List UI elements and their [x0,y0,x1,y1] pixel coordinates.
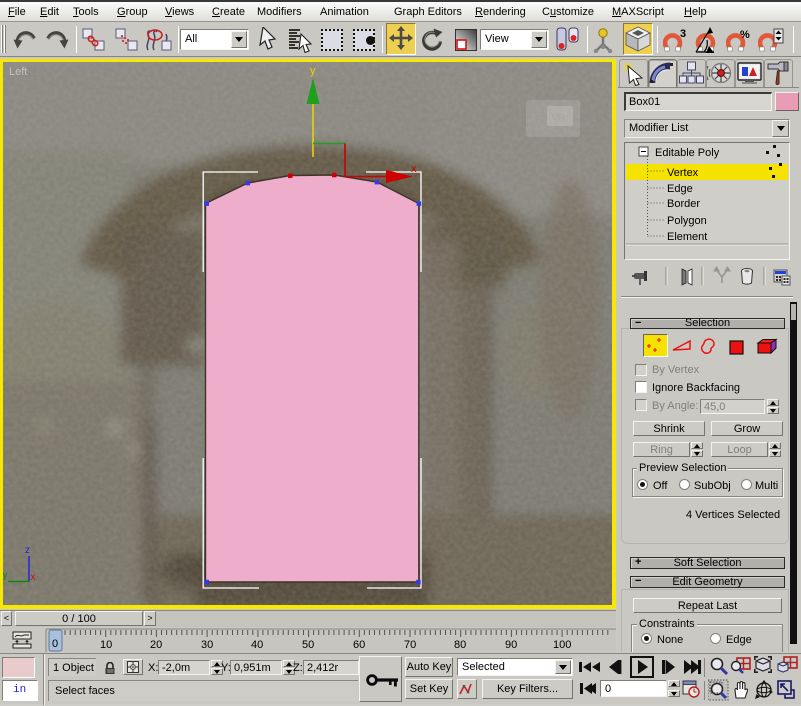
svg-text:30: 30 [201,639,213,651]
svg-text:20: 20 [150,639,162,651]
svg-text:70: 70 [404,639,416,651]
svg-text:y: y [310,65,316,77]
svg-text:z: z [25,545,30,556]
svg-text:%: % [740,29,750,41]
svg-text:60: 60 [353,639,365,651]
svg-text:y: y [3,570,8,581]
svg-text:UFI: UFI [552,113,565,122]
svg-text:10: 10 [100,639,112,651]
svg-text:0: 0 [52,638,58,650]
svg-text:Left: Left [9,66,27,78]
svg-text:Vertex: Vertex [667,167,699,179]
svg-text:x: x [411,163,417,175]
svg-text:40: 40 [251,639,263,651]
svg-text:90: 90 [505,639,517,651]
svg-text:80: 80 [454,639,466,651]
svg-text:Edge: Edge [667,183,693,195]
svg-text:3: 3 [680,28,686,40]
svg-text:50: 50 [302,639,314,651]
svg-text:Element: Element [667,231,707,243]
svg-text:100: 100 [553,639,571,651]
svg-text:Editable Poly: Editable Poly [655,147,720,159]
svg-text:Border: Border [667,198,700,210]
svg-text:x: x [31,572,36,583]
svg-text:Polygon: Polygon [667,215,707,227]
